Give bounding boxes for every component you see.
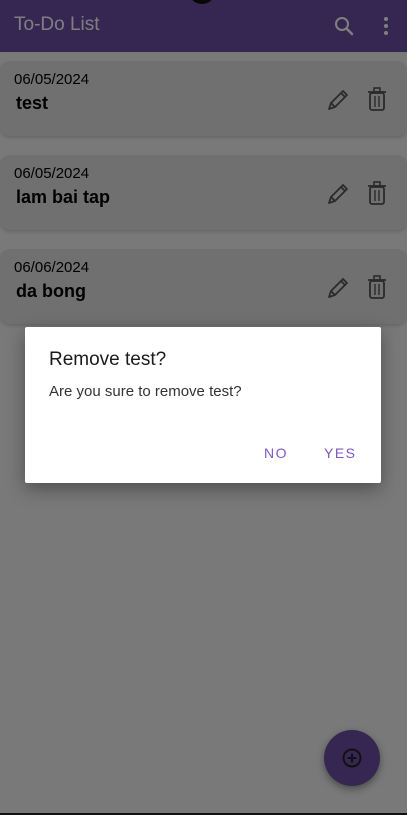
dialog-title: Remove test?	[49, 349, 167, 370]
yes-button[interactable]: YES	[324, 445, 357, 461]
app-screen: To-Do List 06/05/2024 test 06/05/2	[0, 0, 407, 813]
no-button[interactable]: NO	[264, 445, 288, 461]
dialog-message: Are you sure to remove test?	[49, 383, 242, 400]
remove-confirm-dialog: Remove test? Are you sure to remove test…	[25, 327, 381, 483]
